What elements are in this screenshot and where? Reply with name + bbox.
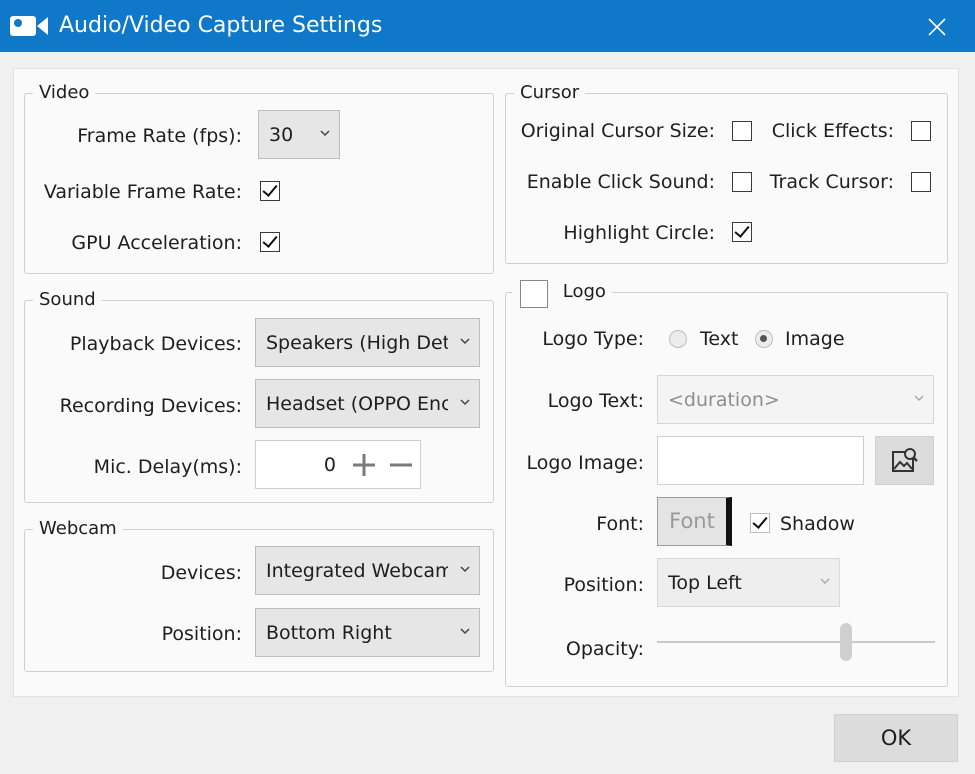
font-label: Font:	[596, 513, 644, 535]
video-camera-icon	[10, 16, 48, 36]
chevron-down-icon	[460, 566, 470, 573]
recording-devices-select[interactable]: Headset (OPPO Enc	[255, 379, 480, 428]
logo-legend-wrapper: Logo	[512, 277, 612, 308]
frame-rate-label: Frame Rate (fps):	[77, 125, 242, 147]
playback-devices-label: Playback Devices:	[69, 333, 242, 355]
playback-devices-value: Speakers (High Det	[266, 332, 448, 354]
video-legend: Video	[33, 82, 96, 104]
title-bar: Audio/Video Capture Settings	[0, 0, 975, 52]
close-button[interactable]	[920, 10, 954, 44]
webcam-position-select[interactable]: Bottom Right	[255, 608, 480, 657]
shadow-label[interactable]: Shadow	[780, 512, 855, 536]
webcam-position-label: Position:	[161, 623, 242, 645]
minus-icon[interactable]	[389, 453, 413, 477]
mic-delay-label: Mic. Delay(ms):	[93, 456, 242, 478]
plus-icon[interactable]	[352, 453, 376, 477]
webcam-devices-value: Integrated Webcam	[266, 560, 448, 582]
opacity-slider-thumb[interactable]	[840, 623, 852, 661]
logo-group: Logo	[505, 277, 948, 687]
window-title: Audio/Video Capture Settings	[59, 13, 383, 38]
original-cursor-size-checkbox[interactable]	[732, 121, 752, 141]
logo-text-value: <duration>	[668, 389, 780, 411]
click-effects-checkbox[interactable]	[911, 121, 931, 141]
logo-text-label: Logo Text:	[547, 390, 644, 412]
mic-delay-stepper[interactable]: 0	[255, 440, 421, 489]
logo-image-label: Logo Image:	[526, 452, 644, 474]
logo-type-text-label[interactable]: Text	[700, 327, 738, 351]
chevron-down-icon	[914, 395, 924, 402]
track-cursor-label: Track Cursor:	[769, 171, 894, 193]
logo-type-image-label[interactable]: Image	[785, 327, 845, 351]
ok-button[interactable]: OK	[834, 714, 958, 762]
webcam-devices-label: Devices:	[160, 562, 242, 584]
chevron-down-icon	[320, 130, 330, 137]
close-icon	[928, 18, 946, 36]
mic-delay-value[interactable]: 0	[316, 453, 336, 477]
logo-image-input[interactable]	[657, 436, 864, 485]
chevron-down-icon	[460, 399, 470, 406]
highlight-circle-checkbox[interactable]	[732, 222, 752, 242]
variable-frame-rate-checkbox[interactable]	[260, 181, 280, 201]
recording-devices-value: Headset (OPPO Enc	[266, 393, 448, 415]
enable-click-sound-label: Enable Click Sound:	[526, 171, 715, 193]
original-cursor-size-label: Original Cursor Size:	[520, 120, 715, 142]
track-cursor-checkbox[interactable]	[911, 172, 931, 192]
logo-type-image-radio[interactable]	[755, 330, 773, 348]
frame-rate-value: 30	[269, 124, 294, 146]
recording-devices-label: Recording Devices:	[59, 395, 242, 417]
logo-position-label: Position:	[563, 574, 644, 596]
font-button[interactable]: Font	[657, 497, 732, 546]
chevron-down-icon	[820, 578, 830, 585]
highlight-circle-label: Highlight Circle:	[563, 222, 715, 244]
click-effects-label: Click Effects:	[771, 120, 894, 142]
webcam-position-value: Bottom Right	[266, 622, 392, 644]
sound-legend: Sound	[33, 289, 102, 311]
opacity-label: Opacity:	[565, 638, 644, 660]
logo-enable-checkbox[interactable]	[520, 280, 548, 308]
playback-devices-select[interactable]: Speakers (High Det	[255, 318, 480, 367]
frame-rate-select[interactable]: 30	[258, 110, 340, 159]
gpu-acceleration-label: GPU Acceleration:	[71, 232, 242, 254]
variable-frame-rate-label: Variable Frame Rate:	[43, 181, 242, 203]
logo-position-select[interactable]: Top Left	[657, 558, 840, 607]
logo-type-label: Logo Type:	[542, 328, 644, 350]
gpu-acceleration-checkbox[interactable]	[260, 232, 280, 252]
opacity-slider-track[interactable]	[657, 641, 935, 643]
browse-image-button[interactable]	[875, 436, 934, 485]
logo-position-value: Top Left	[668, 572, 742, 594]
webcam-legend: Webcam	[33, 518, 123, 540]
image-search-icon	[892, 448, 918, 472]
chevron-down-icon	[460, 628, 470, 635]
webcam-devices-select[interactable]: Integrated Webcam	[255, 546, 480, 595]
cursor-legend: Cursor	[514, 82, 586, 104]
shadow-checkbox[interactable]	[750, 513, 770, 533]
enable-click-sound-checkbox[interactable]	[732, 172, 752, 192]
logo-text-select[interactable]: <duration>	[657, 375, 934, 424]
logo-legend: Logo	[562, 281, 606, 302]
chevron-down-icon	[460, 338, 470, 345]
logo-type-text-radio[interactable]	[669, 330, 687, 348]
